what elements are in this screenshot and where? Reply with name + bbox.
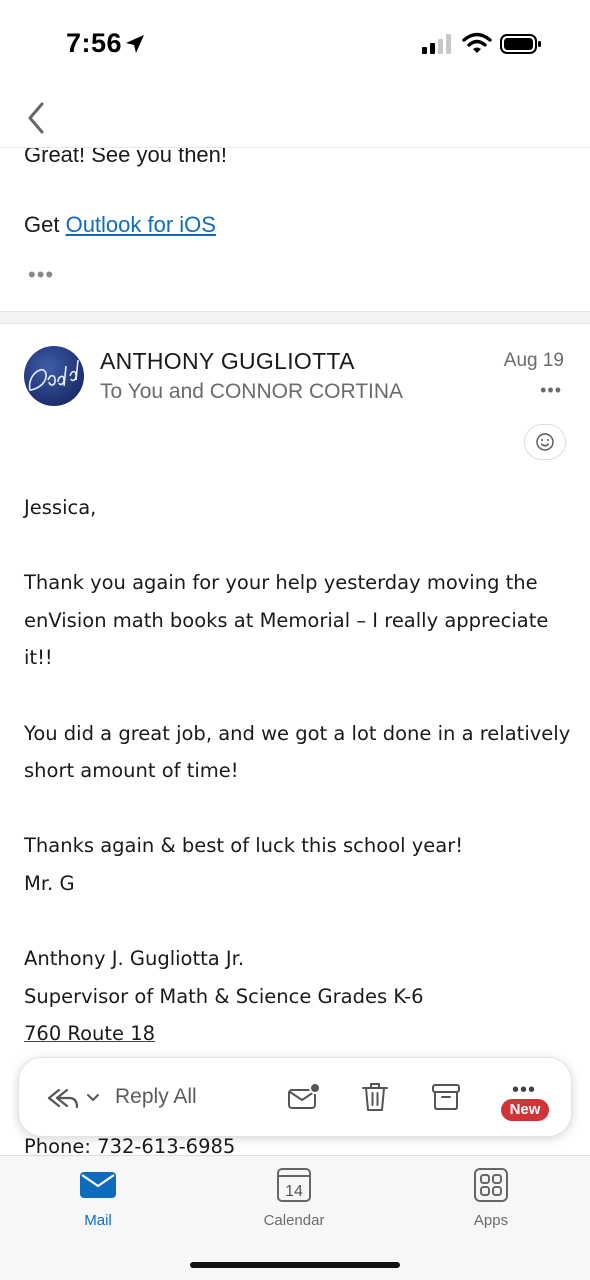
tab-calendar-label: Calendar <box>263 1212 325 1229</box>
home-indicator[interactable] <box>190 1262 400 1268</box>
reply-all-button[interactable]: Reply All <box>115 1085 197 1109</box>
body-signoff: Mr. G <box>24 872 75 895</box>
message-more-button[interactable]: ••• <box>540 380 562 401</box>
body-greeting: Jessica, <box>24 496 97 519</box>
new-badge: New <box>501 1099 549 1121</box>
bottom-tab-bar: Mail 14 Calendar Apps <box>0 1155 590 1280</box>
mark-unread-icon[interactable] <box>287 1082 321 1112</box>
tab-apps-label: Apps <box>473 1212 509 1229</box>
mail-icon <box>80 1172 116 1198</box>
archive-icon[interactable] <box>431 1082 461 1112</box>
avatar-image-icon <box>28 359 79 391</box>
body-text: short amount of time! <box>24 759 239 782</box>
calendar-date-number: 14 <box>285 1183 303 1200</box>
chevron-down-icon[interactable] <box>85 1092 101 1104</box>
cellular-signal-icon <box>422 34 451 54</box>
tab-apps[interactable]: Apps <box>431 1166 551 1236</box>
message-separator <box>0 311 590 324</box>
tab-calendar[interactable]: 14 Calendar <box>234 1166 354 1236</box>
apps-grid-icon <box>474 1168 508 1202</box>
status-bar: 7:56 <box>0 0 590 90</box>
tab-mail[interactable]: Mail <box>38 1166 158 1236</box>
signature-title: Supervisor of Math & Science Grades K-6 <box>24 985 424 1008</box>
tab-mail-label: Mail <box>84 1212 112 1229</box>
calendar-icon: 14 <box>277 1168 311 1202</box>
get-prefix-text: Get <box>24 212 66 237</box>
body-text: Thank you again for your help yesterday … <box>24 571 538 594</box>
trash-icon[interactable] <box>360 1081 390 1113</box>
message-action-bar: Reply All ••• New <box>18 1057 572 1137</box>
body-text: You did a great job, and we got a lot do… <box>24 722 571 745</box>
more-actions-button[interactable]: ••• <box>512 1080 536 1100</box>
body-text: it!! <box>24 646 53 669</box>
reaction-button[interactable] <box>524 424 566 460</box>
sender-avatar[interactable] <box>24 346 84 406</box>
status-time: 7:56 <box>66 28 123 58</box>
location-arrow-icon <box>126 35 144 53</box>
battery-icon <box>500 34 541 54</box>
message-date: Aug 19 <box>503 350 564 371</box>
body-text: Thanks again & best of luck this school … <box>24 834 464 857</box>
smiley-icon <box>536 433 554 451</box>
sender-name: ANTHONY GUGLIOTTA <box>100 348 355 374</box>
signature-name: Anthony J. Gugliotta Jr. <box>24 947 245 970</box>
signature-phone[interactable]: Phone: 732-613-6985 <box>24 1137 235 1157</box>
recipients-line[interactable]: To You and CONNOR CORTINA <box>100 380 403 404</box>
nav-header <box>0 90 590 148</box>
previous-message-signature: Get Outlook for iOS <box>24 212 216 238</box>
previous-message: Great! See you then! Get Outlook for iOS… <box>0 148 590 312</box>
previous-message-text: Great! See you then! <box>24 148 228 167</box>
outlook-ios-link[interactable]: Outlook for iOS <box>66 212 216 237</box>
back-chevron-icon[interactable] <box>22 96 52 140</box>
show-quoted-text-button[interactable]: ••• <box>28 264 54 286</box>
signature-address-link[interactable]: 760 Route 18 <box>24 1024 155 1044</box>
reply-all-icon[interactable] <box>45 1085 79 1111</box>
wifi-icon <box>462 32 492 53</box>
body-text: enVision math books at Memorial – I real… <box>24 609 549 632</box>
